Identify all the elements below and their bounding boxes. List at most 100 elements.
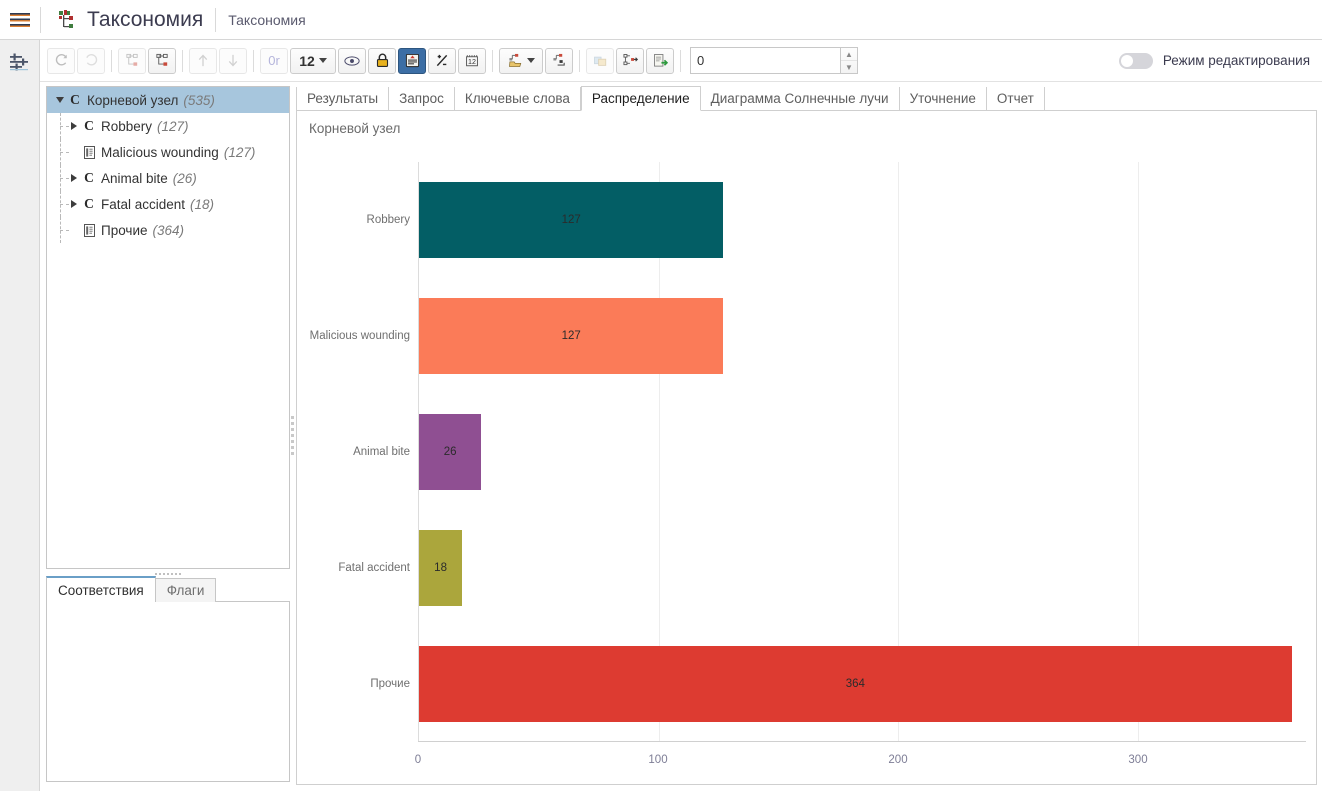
category-label: Fatal accident [338, 562, 410, 574]
level-selector[interactable]: 12 [290, 47, 336, 74]
tree-node-count: (364) [152, 222, 185, 238]
plot-area: Robbery 127 Malicious wounding 127 Animal bi… [310, 162, 1306, 742]
x-axis-line [418, 741, 1306, 742]
tree-node-label: Fatal accident [101, 196, 186, 212]
class-c-icon: C [84, 196, 94, 211]
hamburger-menu-icon[interactable] [0, 0, 40, 40]
tree-node-label: Animal bite [101, 170, 168, 186]
stepper-up-icon[interactable]: ▲ [841, 48, 857, 61]
vertical-splitter[interactable] [288, 86, 296, 785]
class-c-icon: C [84, 118, 94, 133]
main-tab-3[interactable]: Распределение [580, 86, 701, 111]
bar-value-label: 18 [434, 561, 447, 574]
preview-button[interactable] [338, 47, 366, 74]
x-tick-label: 0 [414, 754, 422, 766]
node-export-button[interactable] [616, 47, 644, 74]
matches-tab-0[interactable]: Соответствия [46, 576, 156, 602]
tree-node-2[interactable]: Malicious wounding (127) [47, 139, 289, 165]
toolbar-divider [253, 49, 254, 72]
level-value: 12 [299, 52, 315, 69]
collapse-tree-button[interactable] [148, 47, 176, 74]
bar-row: Fatal accident 18 [338, 510, 1306, 626]
chevron-right-icon[interactable] [67, 165, 81, 191]
matches-tabstrip: Соответствия Флаги [46, 576, 290, 602]
bar-value-label: 364 [845, 677, 865, 690]
bar[interactable]: 127 [419, 297, 724, 375]
breadcrumb: Таксономия [228, 11, 306, 28]
tree-node-count: (26) [172, 170, 197, 186]
node-move-button[interactable] [545, 47, 573, 74]
chart-title: Корневой узел [309, 121, 401, 136]
main-tab-5[interactable]: Уточнение [900, 87, 987, 110]
edit-mode-toggle[interactable] [1118, 52, 1153, 69]
chevron-down-icon[interactable] [53, 87, 67, 113]
lock-button[interactable] [368, 47, 396, 74]
chevron-right-icon[interactable] [67, 191, 81, 217]
bar-row: Malicious wounding 127 [310, 278, 1306, 394]
bar[interactable]: 364 [419, 645, 1292, 723]
x-tick-label: 200 [888, 754, 908, 766]
sliders-icon[interactable] [0, 40, 40, 84]
bar-value-label: 26 [443, 445, 457, 458]
toolbar-divider [579, 49, 580, 72]
expand-tree-button[interactable] [118, 47, 146, 74]
move-down-button[interactable] [219, 47, 247, 74]
tree-twisty-placeholder [67, 139, 81, 165]
bar-value-label: 127 [561, 329, 581, 342]
calendar-button[interactable]: 12 [458, 47, 486, 74]
main-tab-2[interactable]: Ключевые слова [455, 87, 581, 110]
bar[interactable]: 127 [419, 181, 724, 259]
export-report-button[interactable] [646, 47, 674, 74]
chevron-right-icon[interactable] [67, 113, 81, 139]
main-tab-0[interactable]: Результаты [296, 87, 390, 110]
distribution-bar-chart: Robbery 127 Malicious wounding 127 Animal bi… [297, 144, 1316, 784]
tree-node-0[interactable]: C Корневой узел (535) [47, 87, 289, 113]
tree-guide-connector [60, 178, 69, 179]
tree-node-count: (127) [223, 144, 256, 160]
document-icon [81, 223, 97, 237]
tree-node-count: (535) [183, 92, 215, 108]
threshold-input[interactable] [690, 47, 840, 74]
tree-guide-connector [60, 126, 69, 127]
class-c-icon: C [84, 170, 94, 185]
tree-twisty-placeholder [67, 217, 81, 243]
svg-text:12: 12 [468, 58, 476, 66]
toolbar-right-group: Режим редактирования [1118, 52, 1316, 69]
main-tab-4[interactable]: Диаграмма Солнечные лучи [701, 87, 900, 110]
tree-guide-connector [60, 204, 69, 205]
node-folder-menu-button[interactable] [499, 47, 543, 74]
stepper-down-icon[interactable]: ▼ [841, 61, 857, 73]
bar-row: Прочие 364 [370, 626, 1306, 742]
copy-button[interactable] [586, 47, 614, 74]
tree-node-5[interactable]: Прочие (364) [47, 217, 289, 243]
title-divider [215, 7, 217, 32]
header-divider [40, 6, 41, 33]
distribution-tab-content: Корневой узел Robbery 127 Malicious woundi… [296, 110, 1317, 785]
tree-node-label: Корневой узел [87, 92, 179, 108]
toolbar-divider [111, 49, 112, 72]
tree-node-1[interactable]: C Robbery (127) [47, 113, 289, 139]
bar[interactable]: 18 [419, 529, 463, 607]
matches-tab-1[interactable]: Флаги [154, 578, 217, 602]
splitter-grip [290, 416, 294, 455]
undo-button[interactable] [77, 47, 105, 74]
plus-minus-button[interactable] [428, 47, 456, 74]
x-tick-label: 100 [648, 754, 668, 766]
main-tab-1[interactable]: Запрос [389, 87, 455, 110]
main-tab-6[interactable]: Отчет [987, 87, 1045, 110]
numeric-stepper: ▲ ▼ [690, 47, 858, 74]
class-c-icon: C [70, 92, 80, 107]
stepper-buttons: ▲ ▼ [840, 47, 858, 74]
distribution-button[interactable] [398, 47, 426, 74]
bar[interactable]: 26 [419, 413, 482, 491]
category-label: Animal bite [353, 446, 410, 458]
left-icon-rail [0, 40, 40, 791]
tree-node-4[interactable]: C Fatal accident (18) [47, 191, 289, 217]
move-up-button[interactable] [189, 47, 217, 74]
twisty-arrow [56, 97, 64, 103]
tree-node-3[interactable]: C Animal bite (26) [47, 165, 289, 191]
or-operator-button[interactable]: 0r [260, 47, 288, 74]
redo-button[interactable] [47, 47, 75, 74]
tree-node-label: Malicious wounding [101, 144, 219, 160]
app-header: Таксономия Таксономия [0, 0, 1322, 40]
